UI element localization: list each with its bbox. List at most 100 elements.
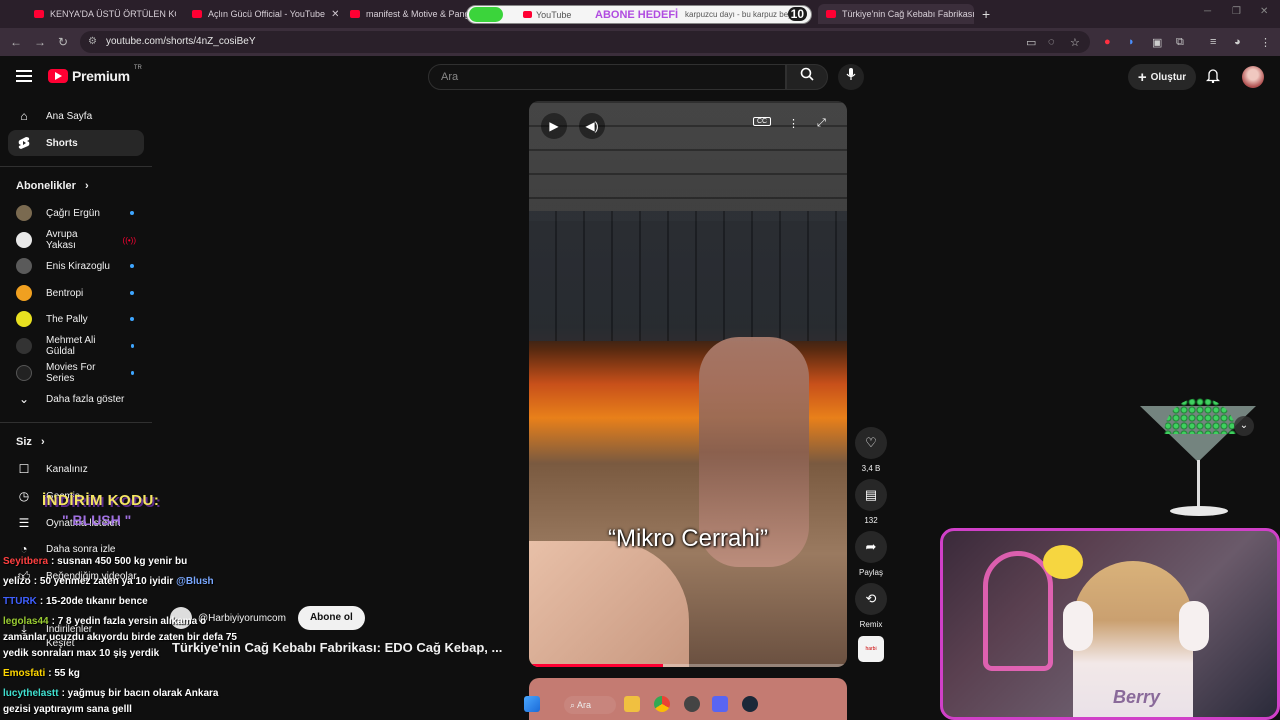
close-tab-icon[interactable]: ✕ — [331, 9, 338, 20]
sound-thumbnail[interactable]: harbi — [858, 636, 884, 662]
channel-avatar — [16, 205, 32, 221]
sidebar-item-label: Shorts — [46, 137, 78, 149]
steam-icon[interactable] — [742, 696, 758, 712]
sidebar-item-subscription[interactable]: Enis Kirazoglu — [8, 253, 144, 279]
show-more-button[interactable]: ⌄ Daha fazla göster — [8, 386, 144, 412]
new-content-dot — [130, 317, 134, 321]
remix-action[interactable]: ⟲ Remix — [855, 583, 887, 629]
play-icon[interactable]: ▶ — [541, 113, 567, 139]
extension-icon[interactable]: ● — [1104, 36, 1111, 48]
hamburger-menu-icon[interactable] — [16, 70, 32, 82]
subscribe-button[interactable]: Abone ol — [297, 606, 365, 630]
channel-avatar — [16, 258, 32, 274]
discord-icon[interactable] — [712, 696, 728, 712]
extension-icon[interactable]: ▣ — [1152, 36, 1162, 49]
voice-search-button[interactable] — [838, 64, 864, 90]
extension-icon[interactable]: ◗ — [1128, 36, 1135, 48]
sidebar-item-home[interactable]: ⌂ Ana Sayfa — [8, 103, 144, 129]
you-heading[interactable]: Siz › — [16, 436, 45, 448]
plus-icon: + — [1137, 68, 1147, 86]
channel-handle[interactable]: @Harbiyiyorumcom — [198, 613, 286, 624]
logo-wordmark: Premium — [72, 68, 130, 84]
browser-tab[interactable]: Açlın Gücü Official - YouTube ✕ — [184, 4, 338, 24]
share-action[interactable]: ➦ Paylaş — [855, 531, 887, 577]
share-icon[interactable]: ➦ — [855, 531, 887, 563]
youtube-premium-logo[interactable]: Premium TR — [48, 65, 142, 84]
browser-tab[interactable]: KENYA'DA ÜSTÜ ÖRTÜLEN KORK ✕ — [26, 4, 176, 24]
extensions-puzzle-icon[interactable]: ⧉ — [1176, 36, 1184, 49]
short-video-player[interactable]: ▶ ◀) CC ⋮ ⤢ “Mikro Cerrahi” — [529, 101, 847, 667]
captions-icon[interactable]: CC — [753, 117, 772, 126]
remix-icon[interactable]: ⟲ — [855, 583, 887, 615]
chat-text: : 7 8 yedin fazla yersin alıkama o — [51, 616, 207, 627]
maximize-icon[interactable]: ❐ — [1232, 6, 1241, 17]
account-avatar[interactable] — [1242, 66, 1264, 88]
close-window-icon[interactable]: ✕ — [1260, 6, 1268, 17]
chat-text: yedik sonraları max 10 şiş yerdik — [3, 648, 160, 659]
forward-icon[interactable]: → — [34, 35, 46, 49]
tab-label: Türkiye'nin Cağ Kebabı Fabrikası — [842, 9, 974, 19]
discount-code-value: " BLUSH " — [62, 512, 132, 528]
cocktail-glass-overlay: ⌄ — [1138, 398, 1260, 522]
comment-icon[interactable]: ▤ — [855, 479, 887, 511]
profile-avatar-icon[interactable]: ◕ — [1234, 36, 1241, 48]
fullscreen-icon[interactable]: ⤢ — [817, 117, 826, 130]
site-info-icon[interactable]: ⚙ — [88, 31, 97, 53]
comments-action[interactable]: ▤ 132 — [855, 479, 887, 525]
sidebar-item-subscription[interactable]: The Pally — [8, 306, 144, 332]
eye-off-icon[interactable]: ◌ — [1048, 36, 1055, 48]
browser-tab-active[interactable]: Türkiye'nin Cağ Kebabı Fabrikası ✕ — [818, 4, 974, 24]
browser-tab[interactable]: manifest & Motive & Pango — [342, 4, 470, 24]
sidebar-item-subscription[interactable]: Movies For Series — [8, 360, 144, 386]
windows-start-icon[interactable] — [524, 696, 540, 712]
file-explorer-icon[interactable] — [624, 696, 640, 712]
reading-list-icon[interactable]: ≡ — [1210, 36, 1216, 48]
chat-mention: @Blush — [176, 576, 214, 587]
notifications-bell-icon[interactable] — [1205, 68, 1221, 86]
chrome-icon[interactable] — [654, 696, 670, 712]
sidebar-item-subscription[interactable]: Çağrı Ergün — [8, 200, 144, 226]
youtube-header: Premium TR Ara + Oluştur — [0, 56, 1280, 100]
back-icon[interactable]: ← — [10, 35, 22, 49]
video-frame-oven — [529, 211, 847, 341]
bookmark-star-icon[interactable]: ☆ — [1070, 36, 1080, 49]
browser-menu-icon[interactable]: ⋮ — [1260, 36, 1271, 49]
sidebar-item-subscription[interactable]: Avrupa Yakası ((•)) — [8, 227, 144, 253]
sidebar-item-label: Çağrı Ergün — [46, 207, 100, 219]
reload-icon[interactable]: ↻ — [58, 35, 68, 49]
obs-icon[interactable] — [684, 696, 700, 712]
goal-progress-pill — [469, 7, 503, 22]
cast-icon[interactable]: ▭ — [1026, 36, 1036, 49]
sidebar-item-shorts[interactable]: Shorts — [8, 130, 144, 156]
chat-message: Seyitbera: susnan 450 500 kg yenir bu — [3, 556, 187, 567]
share-label: Paylaş — [858, 568, 883, 577]
chat-text: : susnan 450 500 kg yenir bu — [51, 556, 188, 567]
like-action[interactable]: ♡ 3,4 B — [855, 427, 887, 473]
subscriptions-heading[interactable]: Abonelikler › — [16, 180, 89, 192]
headphone — [1179, 601, 1209, 651]
new-content-dot — [130, 291, 134, 295]
chat-username: yelizo — [3, 576, 31, 587]
sidebar-item-subscription[interactable]: Mehmet Ali Güldal — [8, 333, 144, 359]
live-icon: ((•)) — [122, 235, 136, 245]
windows-taskbar: ⌕ Ara — [0, 688, 1280, 720]
video-progress-bar[interactable] — [529, 664, 847, 667]
sidebar-item-your-channel[interactable]: ☐ Kanalınız — [8, 456, 144, 482]
remix-label: Remix — [859, 620, 883, 629]
minimize-icon[interactable]: ─ — [1204, 6, 1211, 17]
more-options-icon[interactable]: ⋮ — [788, 117, 799, 130]
address-bar[interactable]: ⚙ youtube.com/shorts/4nZ_cosiBeY — [80, 31, 1090, 53]
search-button[interactable] — [786, 64, 828, 90]
create-button[interactable]: + Oluştur — [1128, 64, 1196, 90]
new-tab-plus-icon[interactable]: + — [982, 6, 990, 22]
new-content-dot — [130, 211, 134, 215]
chevron-down-icon[interactable]: ⌄ — [1234, 416, 1254, 436]
chat-message: zamanlar ucuzdu akıyordu birde zaten bir… — [3, 632, 237, 643]
chevron-down-icon: ⌄ — [18, 392, 30, 406]
sidebar-item-subscription[interactable]: Bentropi — [8, 280, 144, 306]
taskbar-search[interactable]: ⌕ Ara — [564, 696, 616, 714]
search-input[interactable]: Ara — [428, 64, 786, 90]
heart-icon[interactable]: ♡ — [855, 427, 887, 459]
volume-icon[interactable]: ◀) — [579, 113, 605, 139]
search-icon: ⌕ — [570, 700, 578, 710]
